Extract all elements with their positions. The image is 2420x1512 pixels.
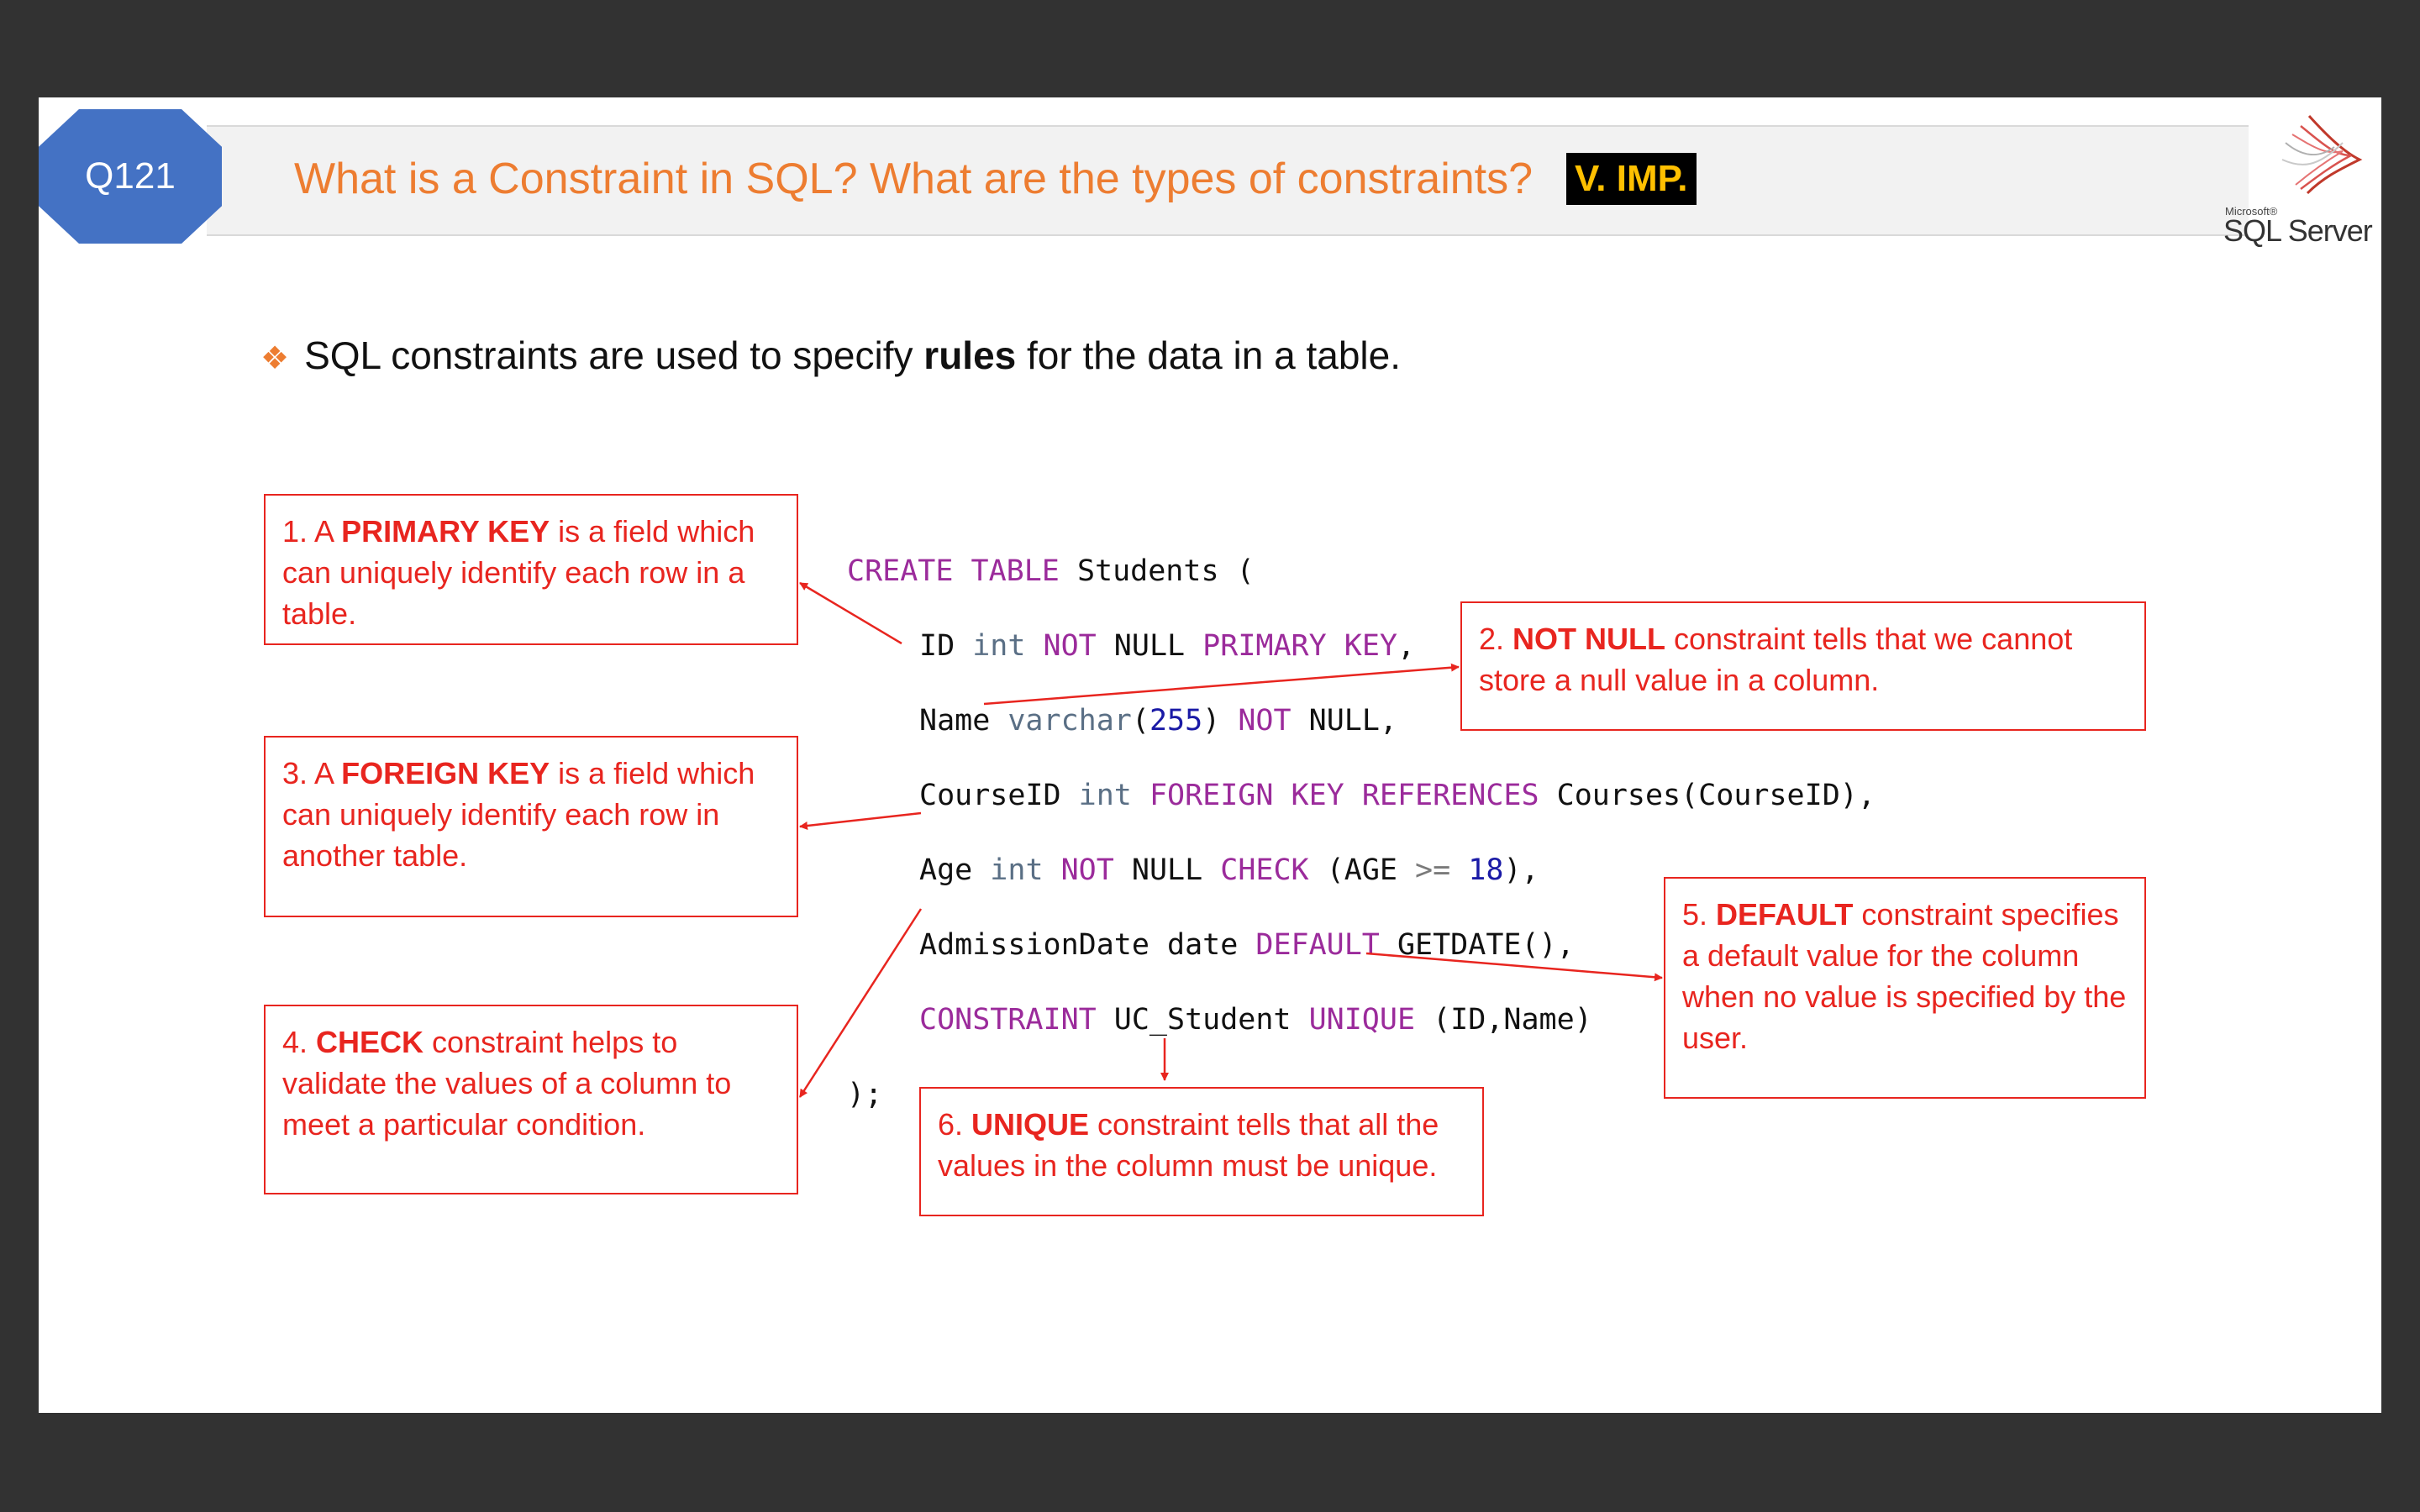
arrow-check: [798, 908, 923, 1098]
arrow-primary-key: [799, 581, 902, 645]
arrow-default: [1365, 952, 1663, 982]
slide: Q121 What is a Constraint in SQL? What a…: [39, 97, 2381, 1413]
annotation-arrows: [798, 581, 1663, 1098]
arrow-not-null: [983, 663, 1460, 706]
arrow-foreign-key: [799, 811, 922, 830]
